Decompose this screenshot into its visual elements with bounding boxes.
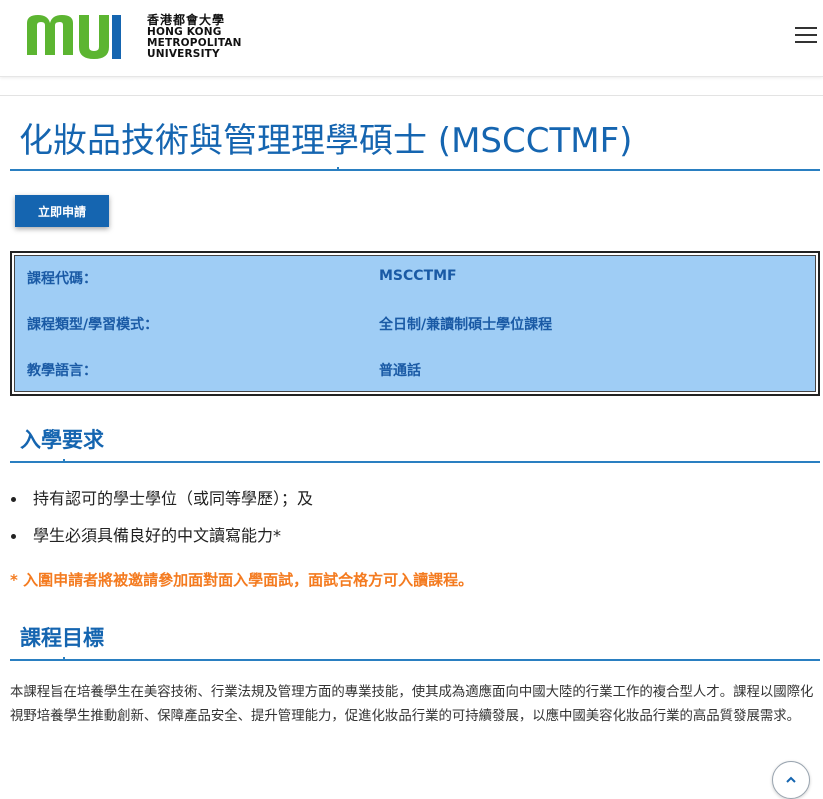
logo-english-line-3: UNIVERSITY xyxy=(147,48,220,60)
admission-underline xyxy=(10,461,820,463)
info-value-language: 普通話 xyxy=(379,363,421,379)
hamburger-bar xyxy=(795,41,817,43)
title-underline xyxy=(10,169,820,171)
hkmu-logo-mark-icon xyxy=(27,15,121,59)
list-item: 學生必須具備良好的中文讀寫能力* xyxy=(0,524,313,561)
page-title: 化妝品技術與管理理學碩士 (MSCCTMF) xyxy=(19,121,633,161)
objectives-underline-mark xyxy=(63,657,65,660)
requirements-list: 持有認可的學士學位（或同等學歷）；及 學生必須具備良好的中文讀寫能力* xyxy=(0,487,313,561)
programme-info-box: 課程代碼： MSCCTMF 課程類型/學習模式： 全日制/兼讀制碩士學位課程 教… xyxy=(10,251,820,396)
header-divider xyxy=(0,95,823,96)
title-underline-mark xyxy=(337,167,339,170)
back-to-top-button[interactable] xyxy=(772,761,810,799)
hamburger-menu-icon[interactable] xyxy=(795,27,817,45)
info-value-type: 全日制/兼讀制碩士學位課程 xyxy=(379,317,553,333)
section-title-objectives: 課程目標 xyxy=(20,626,104,650)
info-value-code: MSCCTMF xyxy=(379,268,457,284)
info-label-code: 課程代碼： xyxy=(27,271,97,287)
admission-underline-mark xyxy=(63,459,65,462)
section-title-admission: 入學要求 xyxy=(20,428,104,452)
objectives-underline xyxy=(10,659,820,661)
info-label-type: 課程類型/學習模式： xyxy=(27,317,159,333)
chevron-up-icon xyxy=(786,776,796,783)
list-item: 持有認可的學士學位（或同等學歷）；及 xyxy=(0,487,313,524)
info-label-language: 教學語言： xyxy=(27,363,97,379)
apply-now-button[interactable]: 立即申請 xyxy=(15,195,109,227)
objectives-paragraph: 本課程旨在培養學生在美容技術、行業法規及管理方面的專業技能，使其成為適應面向中國… xyxy=(10,685,814,724)
interview-note: * 入圍申請者將被邀請參加面對面入學面試，面試合格方可入讀課程。 xyxy=(10,571,474,589)
hkmu-logo[interactable]: 香港都會大學 HONG KONG METROPOLITAN UNIVERSITY xyxy=(24,11,244,61)
hamburger-bar xyxy=(795,27,817,29)
hamburger-bar xyxy=(795,34,817,36)
site-header: 香港都會大學 HONG KONG METROPOLITAN UNIVERSITY xyxy=(0,0,823,77)
